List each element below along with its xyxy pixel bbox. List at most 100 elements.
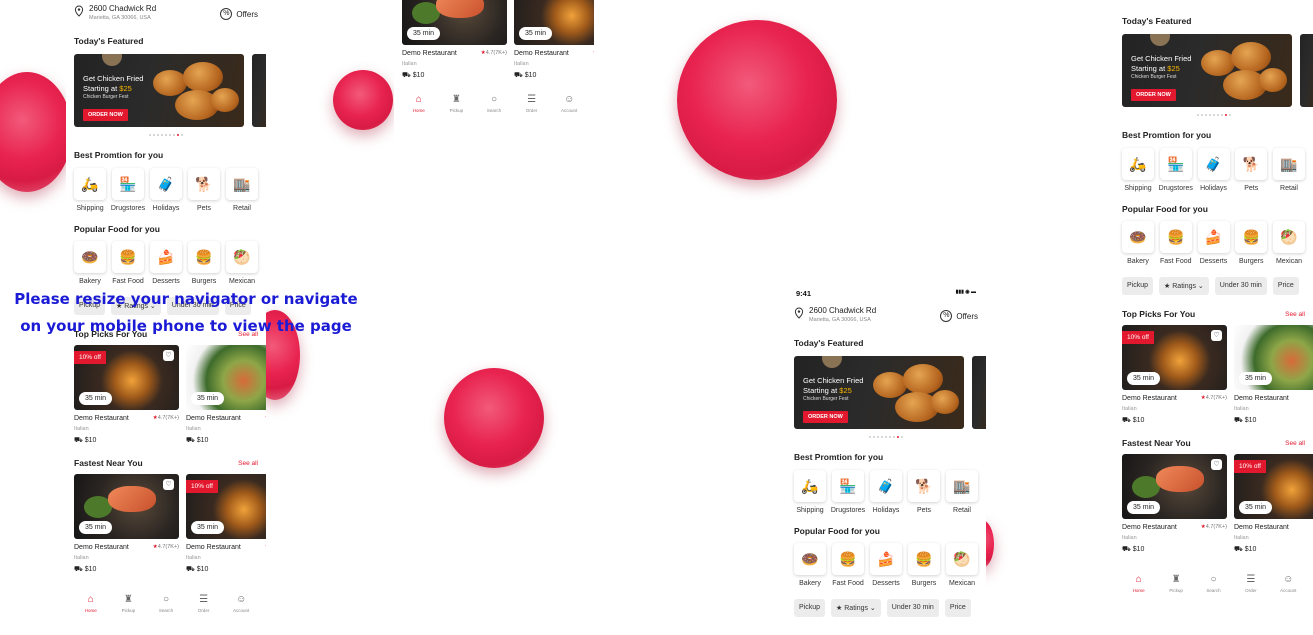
tab-account[interactable]: ☺ Account [1273,574,1303,593]
carousel-dot[interactable] [873,436,875,438]
carousel-dot[interactable] [169,134,171,136]
carousel-dot[interactable] [881,436,883,438]
carousel-dot[interactable] [149,134,151,136]
category-bakery[interactable]: 🍩 Bakery [72,241,108,285]
category-holidays[interactable]: 🧳 Holidays [148,168,184,212]
category-mexican[interactable]: 🥙 Mexican [1271,221,1307,265]
category-bakery[interactable]: 🍩 Bakery [792,543,828,587]
category-drugstores[interactable]: 🏪 Drugstores [1158,148,1194,192]
tab-home[interactable]: ⌂ Home [404,94,434,113]
favorite-icon[interactable]: ♡ [163,479,174,490]
tab-home[interactable]: ⌂ Home [76,594,106,613]
order-now-button[interactable]: ORDER NOW [1131,89,1176,101]
category-retail[interactable]: 🏬 Retail [1271,148,1307,192]
offers-button[interactable]: % Offers [220,8,258,20]
featured-banner-next[interactable] [252,54,266,127]
tab-account[interactable]: ☺ Account [226,594,256,613]
category-drugstores[interactable]: 🏪 Drugstores [110,168,146,212]
featured-banner[interactable]: Get Chicken Fried Starting at $25 Chicken… [74,54,244,127]
category-fast-food[interactable]: 🍔 Fast Food [110,241,146,285]
category-pets[interactable]: 🐕 Pets [1233,148,1269,192]
carousel-dot[interactable] [1212,114,1215,116]
tab-pickup[interactable]: ♜ Pickup [113,594,143,613]
carousel-dot[interactable] [181,134,183,136]
restaurant-card[interactable]: ♡35 minDemo Restaurant★4.7(7K+)Italian⛟ … [1234,325,1313,425]
category-drugstores[interactable]: 🏪 Drugstores [830,470,866,514]
category-holidays[interactable]: 🧳 Holidays [868,470,904,514]
restaurant-card[interactable]: 10% off♡35 minDemo Restaurant★4.7(7K+)It… [74,345,179,445]
category-bakery[interactable]: 🍩 Bakery [1120,221,1156,265]
category-desserts[interactable]: 🍰 Desserts [868,543,904,587]
restaurant-card[interactable]: ♡35 minDemo Restaurant★4.7(7K+)Italian⛟ … [186,345,266,445]
favorite-icon[interactable]: ♡ [163,350,174,361]
carousel-dot[interactable] [1200,114,1203,116]
tab-search[interactable]: ○ Search [479,94,509,113]
filter-pickup[interactable]: Pickup [1122,277,1154,295]
featured-carousel[interactable]: Get Chicken Fried Starting at $25 Chicken… [66,54,266,127]
restaurant-card[interactable]: 10% off♡35 minDemo Restaurant★4.7(7K+)It… [1234,454,1313,554]
carousel-dot[interactable] [157,134,159,136]
category-pets[interactable]: 🐕 Pets [906,470,942,514]
carousel-dot[interactable] [893,436,895,438]
category-retail[interactable]: 🏬 Retail [224,168,260,212]
filter-price[interactable]: Price [1272,277,1299,295]
restaurant-card[interactable]: 10% off♡35 minDemo Restaurant★4.7(7K+)It… [514,0,594,80]
carousel-dot[interactable] [897,436,899,438]
carousel-dot[interactable] [1196,114,1199,116]
category-mexican[interactable]: 🥙 Mexican [944,543,980,587]
restaurant-card[interactable]: ♡35 minDemo Restaurant★4.7(7K+)Italian⛟ … [1122,454,1227,554]
carousel-dot[interactable] [1220,114,1223,116]
featured-banner[interactable]: Get Chicken Fried Starting at $25 Chicken… [794,356,964,429]
category-fast-food[interactable]: 🍔 Fast Food [1158,221,1194,265]
category-desserts[interactable]: 🍰 Desserts [148,241,184,285]
tab-order[interactable]: ☰ Order [517,94,547,113]
order-now-button[interactable]: ORDER NOW [803,411,848,423]
category-shipping[interactable]: 🛵 Shipping [1120,148,1156,192]
restaurant-card[interactable]: 10% off♡35 minDemo Restaurant★4.7(7K+)It… [1122,325,1227,425]
carousel-dot[interactable] [869,436,871,438]
carousel-dot[interactable] [153,134,155,136]
category-pets[interactable]: 🐕 Pets [186,168,222,212]
carousel-dot[interactable] [161,134,163,136]
featured-banner-next[interactable] [972,356,986,429]
restaurant-card[interactable]: ♡35 minDemo Restaurant★4.7(7K+)Italian⛟ … [74,474,179,574]
category-burgers[interactable]: 🍔 Burgers [906,543,942,587]
tab-search[interactable]: ○ Search [151,594,181,613]
category-holidays[interactable]: 🧳 Holidays [1196,148,1232,192]
carousel-dot[interactable] [877,436,879,438]
favorite-icon[interactable]: ♡ [1211,459,1222,470]
carousel-dot[interactable] [1208,114,1211,116]
filter-pickup[interactable]: Pickup [794,599,826,617]
carousel-dot[interactable] [1204,114,1207,116]
tab-pickup[interactable]: ♜ Pickup [441,94,471,113]
address-bar-bottom[interactable]: 2600 Chadwick Rd Marietta, GA 30066, USA… [786,306,986,324]
category-burgers[interactable]: 🍔 Burgers [186,241,222,285]
tab-home[interactable]: ⌂ Home [1124,574,1154,593]
see-all-top-picks[interactable]: See all [1285,311,1305,318]
tab-account[interactable]: ☺ Account [554,94,584,113]
restaurant-card[interactable]: ♡35 minDemo Restaurant★4.7(7K+)Italian⛟ … [402,0,507,80]
carousel-dot[interactable] [1216,114,1219,116]
featured-carousel[interactable]: Get Chicken Fried Starting at $25 Chicken… [786,356,986,429]
featured-banner[interactable]: Get Chicken Fried Starting at $25 Chicken… [1122,34,1292,107]
see-all-fastest[interactable]: See all [238,460,258,467]
address-bar[interactable]: 2600 Chadwick Rd Marietta, GA 30066, USA… [66,4,266,22]
see-all-fastest[interactable]: See all [1285,440,1305,447]
filter-price[interactable]: Price [944,599,971,617]
category-shipping[interactable]: 🛵 Shipping [792,470,828,514]
tab-order[interactable]: ☰ Order [1236,574,1266,593]
restaurant-card[interactable]: 10% off♡35 minDemo Restaurant★4.7(7K+)It… [186,474,266,574]
carousel-dot[interactable] [1228,114,1231,116]
carousel-dot[interactable] [885,436,887,438]
category-mexican[interactable]: 🥙 Mexican [224,241,260,285]
carousel-dot[interactable] [901,436,903,438]
carousel-dot[interactable] [165,134,167,136]
featured-carousel[interactable]: Get Chicken Fried Starting at $25 Chicken… [1114,34,1313,107]
filter-ratings[interactable]: ★ Ratings ⌄ [831,599,881,617]
favorite-icon[interactable]: ♡ [1211,330,1222,341]
tab-search[interactable]: ○ Search [1198,574,1228,593]
category-desserts[interactable]: 🍰 Desserts [1196,221,1232,265]
category-fast-food[interactable]: 🍔 Fast Food [830,543,866,587]
featured-banner-next[interactable] [1300,34,1313,107]
category-shipping[interactable]: 🛵 Shipping [72,168,108,212]
